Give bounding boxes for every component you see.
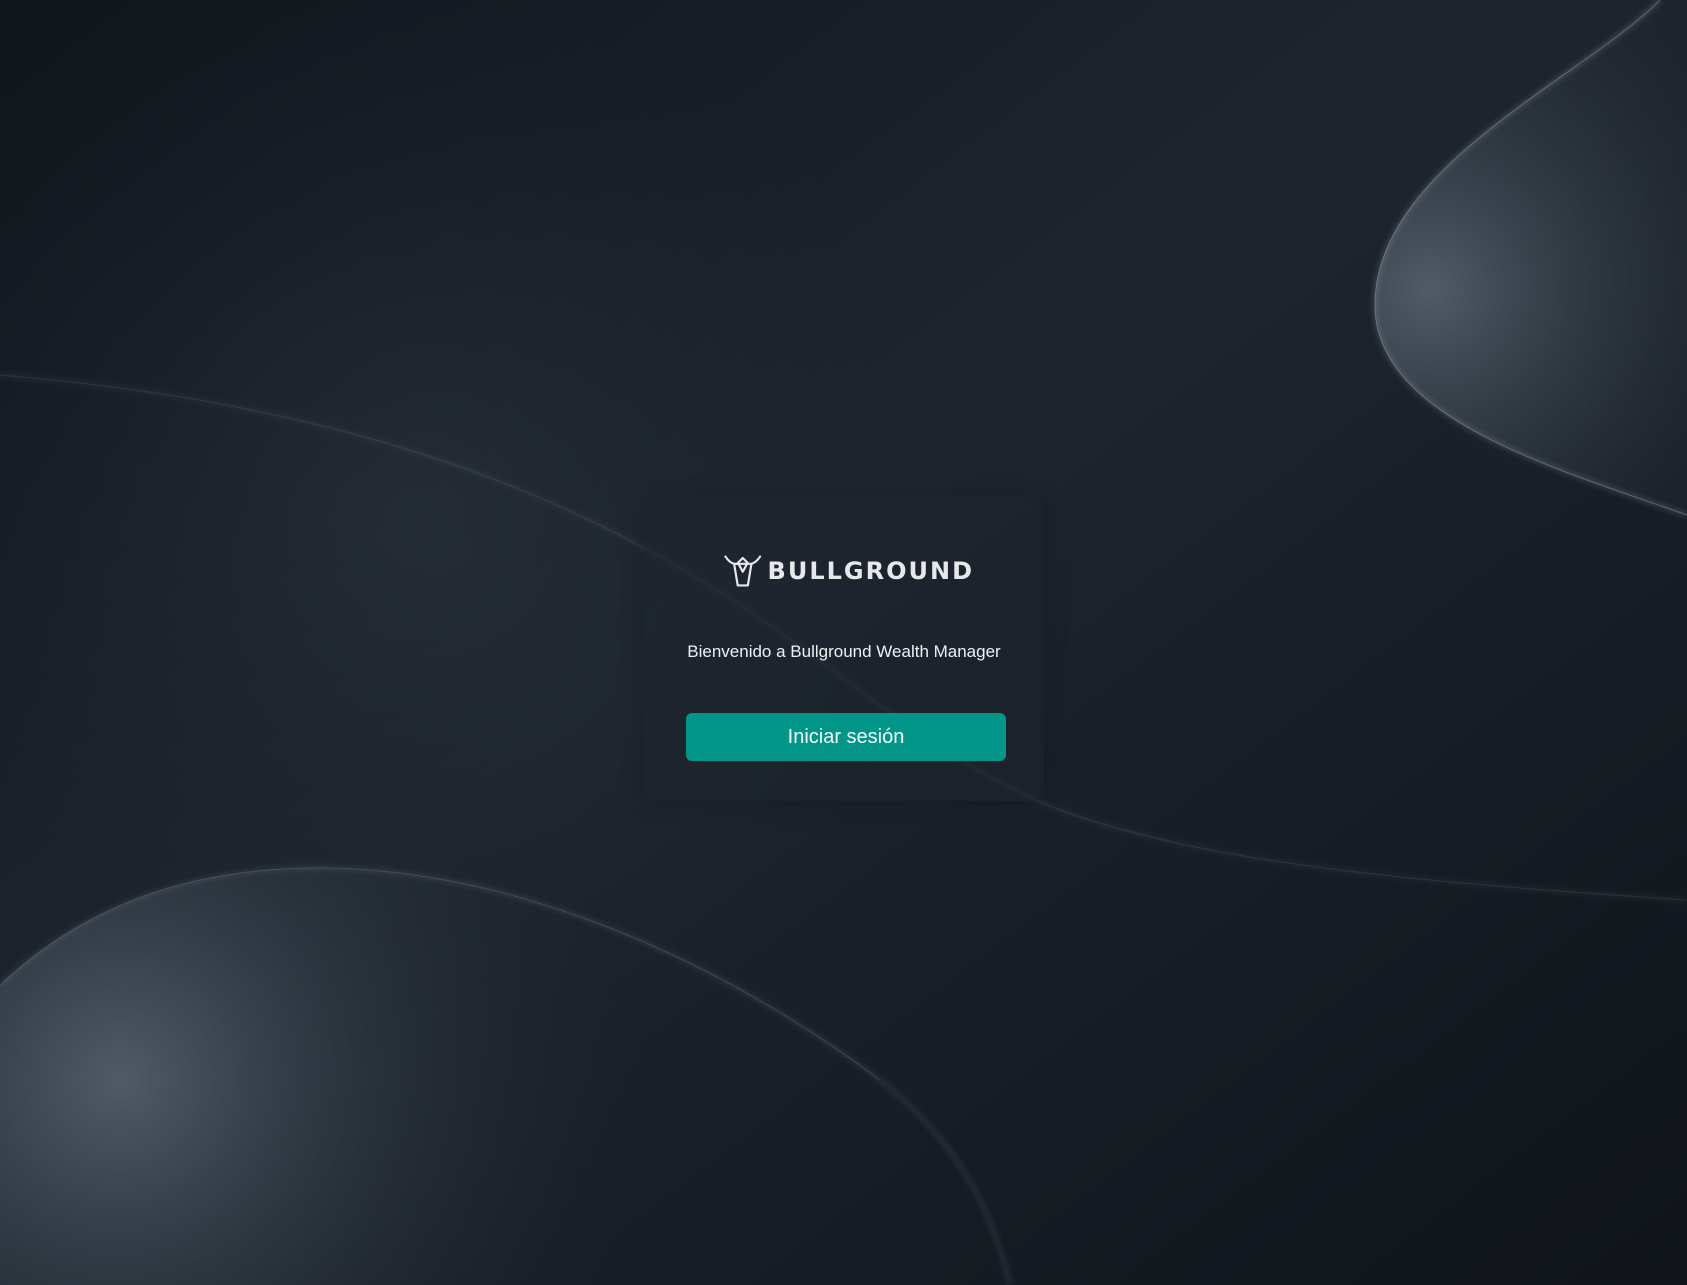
login-button[interactable]: Iniciar sesión — [686, 713, 1006, 761]
brand-logo: BULLGROUND — [724, 547, 974, 595]
welcome-message: Bienvenido a Bullground Wealth Manager — [687, 642, 1001, 661]
brand-wordmark: BULLGROUND — [767, 557, 974, 585]
bull-head-icon — [724, 555, 762, 587]
